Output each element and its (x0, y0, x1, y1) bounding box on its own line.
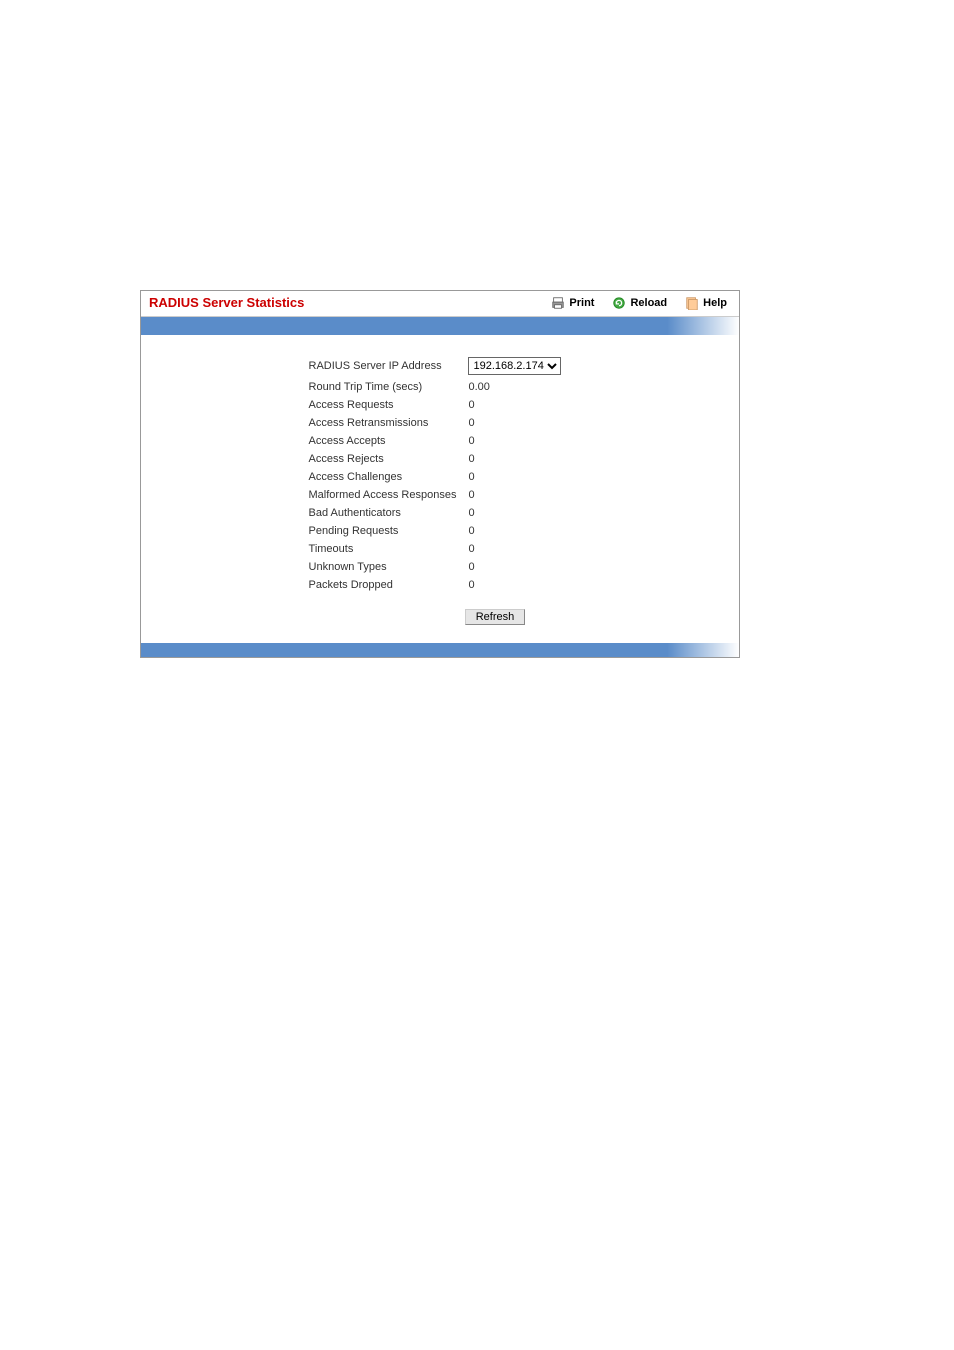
reload-label: Reload (630, 297, 667, 309)
table-row: Access Accepts0 (309, 433, 572, 449)
stat-label: Malformed Access Responses (309, 487, 467, 503)
header-links: Print Reload Help (551, 296, 727, 310)
ip-row: RADIUS Server IP Address 192.168.2.174 (309, 355, 572, 377)
help-link[interactable]: Help (685, 296, 727, 310)
stat-label: Timeouts (309, 541, 467, 557)
print-icon (551, 296, 565, 310)
stat-label: Bad Authenticators (309, 505, 467, 521)
bottom-separator-bar (141, 643, 739, 657)
stat-value: 0 (468, 523, 571, 539)
stats-panel: RADIUS Server Statistics Print Reload He… (140, 290, 740, 658)
stat-value: 0 (468, 487, 571, 503)
print-label: Print (569, 297, 594, 309)
table-row: Pending Requests0 (309, 523, 572, 539)
help-label: Help (703, 297, 727, 309)
table-row: Round Trip Time (secs)0.00 (309, 379, 572, 395)
help-icon (685, 296, 699, 310)
table-row: Access Rejects0 (309, 451, 572, 467)
table-row: Access Retransmissions0 (309, 415, 572, 431)
table-row: Bad Authenticators0 (309, 505, 572, 521)
panel-header: RADIUS Server Statistics Print Reload He… (141, 291, 739, 317)
stat-label: Access Rejects (309, 451, 467, 467)
stat-value: 0 (468, 451, 571, 467)
content-area: RADIUS Server IP Address 192.168.2.174 R… (141, 335, 739, 643)
button-row: Refresh (151, 595, 729, 633)
refresh-button[interactable]: Refresh (465, 609, 526, 625)
ip-label: RADIUS Server IP Address (309, 355, 467, 377)
stat-value: 0 (468, 541, 571, 557)
stat-label: Round Trip Time (secs) (309, 379, 467, 395)
stats-table: RADIUS Server IP Address 192.168.2.174 R… (307, 353, 574, 595)
stat-value: 0.00 (468, 379, 571, 395)
ip-select[interactable]: 192.168.2.174 (468, 357, 561, 375)
stat-label: Unknown Types (309, 559, 467, 575)
stat-value: 0 (468, 577, 571, 593)
ip-value-cell: 192.168.2.174 (468, 355, 571, 377)
reload-link[interactable]: Reload (612, 296, 667, 310)
stat-value: 0 (468, 559, 571, 575)
reload-icon (612, 296, 626, 310)
table-row: Packets Dropped0 (309, 577, 572, 593)
stat-value: 0 (468, 433, 571, 449)
stat-label: Access Challenges (309, 469, 467, 485)
print-link[interactable]: Print (551, 296, 594, 310)
top-separator-bar (141, 317, 739, 335)
stat-label: Access Requests (309, 397, 467, 413)
stat-label: Access Retransmissions (309, 415, 467, 431)
stat-value: 0 (468, 397, 571, 413)
stat-label: Packets Dropped (309, 577, 467, 593)
stat-value: 0 (468, 469, 571, 485)
table-row: Unknown Types0 (309, 559, 572, 575)
stat-value: 0 (468, 415, 571, 431)
stat-label: Pending Requests (309, 523, 467, 539)
table-row: Malformed Access Responses0 (309, 487, 572, 503)
table-row: Access Requests0 (309, 397, 572, 413)
stat-label: Access Accepts (309, 433, 467, 449)
stat-value: 0 (468, 505, 571, 521)
page-title: RADIUS Server Statistics (149, 295, 551, 310)
table-row: Access Challenges0 (309, 469, 572, 485)
table-row: Timeouts0 (309, 541, 572, 557)
